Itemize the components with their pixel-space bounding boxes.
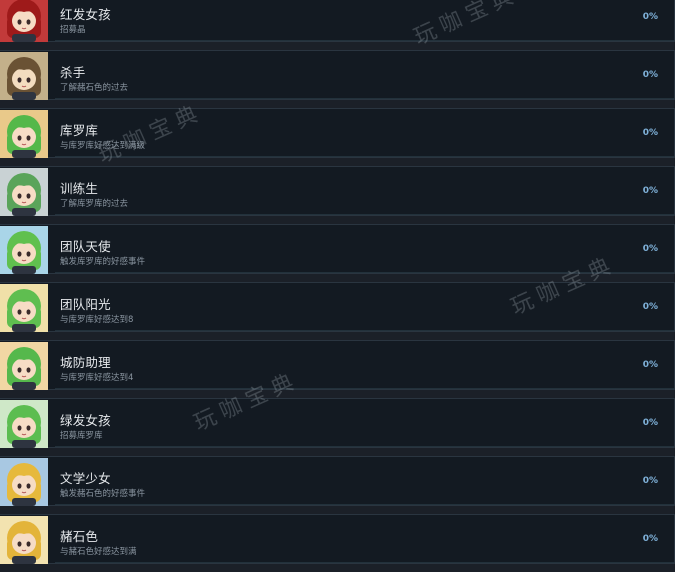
achievement-description: 触发赭石色的好感事件 (60, 489, 146, 499)
achievement-avatar (0, 516, 48, 564)
achievement-row[interactable]: 绿发女孩招募库罗库 0% (0, 398, 675, 448)
achievement-description: 与库罗库好感达到4 (60, 373, 134, 383)
achievement-list: 红发女孩 招募晶 0% 杀手 了解赭石色的过去 0% 库罗库 与库罗库好感达到满级 0% 训练生了… (0, 0, 675, 572)
achievement-description: 招募晶 (60, 25, 86, 35)
achievement-title: 团队天使 (60, 239, 111, 254)
achievement-description: 与库罗库好感达到8 (60, 315, 134, 325)
achievement-avatar (0, 458, 48, 506)
achievement-percent: 0% (642, 476, 658, 486)
achievement-avatar (0, 0, 48, 42)
achievement-percent: 0% (642, 418, 658, 428)
row-divider (55, 504, 674, 505)
achievement-avatar (0, 342, 48, 390)
achievement-title: 赭石色 (60, 529, 99, 544)
achievement-percent: 0% (642, 186, 658, 196)
achievement-title: 团队阳光 (60, 297, 111, 312)
row-divider (55, 446, 674, 447)
achievement-description: 了解赭石色的过去 (60, 83, 129, 93)
achievement-description: 了解库罗库的过去 (60, 199, 129, 209)
achievement-row[interactable]: 库罗库与库罗库好感达到满级 0% (0, 108, 675, 158)
achievement-percent: 0% (642, 12, 658, 22)
red-hair-girl-portrait (0, 0, 48, 42)
achievement-avatar (0, 52, 48, 100)
achievement-row[interactable]: 赭石色与赭石色好感达到满 0% (0, 514, 675, 564)
achievement-title: 城防助理 (60, 355, 111, 370)
achievement-description: 招募库罗库 (60, 431, 103, 441)
green-hair-girl-portrait (0, 400, 48, 448)
green-hair-girl-portrait (0, 284, 48, 332)
achievement-avatar (0, 226, 48, 274)
row-divider (55, 388, 674, 389)
achievement-percent: 0% (642, 302, 658, 312)
achievement-avatar (0, 284, 48, 332)
achievement-avatar (0, 168, 48, 216)
achievement-row[interactable]: 红发女孩招募晶 0% (0, 0, 675, 42)
achievement-row[interactable]: 团队天使触发库罗库的好感事件 0% (0, 224, 675, 274)
row-divider (55, 156, 674, 157)
achievement-row[interactable]: 城防助理与库罗库好感达到4 0% (0, 340, 675, 390)
achievement-row[interactable]: 团队阳光与库罗库好感达到8 0% (0, 282, 675, 332)
row-divider (55, 98, 674, 99)
row-divider (55, 272, 674, 273)
achievement-row[interactable]: 文学少女触发赭石色的好感事件 0% (0, 456, 675, 506)
green-hair-girl-portrait (0, 342, 48, 390)
blonde-girl-portrait (0, 516, 48, 564)
assassin-portrait (0, 52, 48, 100)
green-hair-girl-portrait (0, 110, 48, 158)
row-divider (55, 214, 674, 215)
achievement-description: 触发库罗库的好感事件 (60, 257, 146, 267)
achievement-avatar (0, 110, 48, 158)
achievement-percent: 0% (642, 360, 658, 370)
achievement-row[interactable]: 杀手了解赭石色的过去 0% (0, 50, 675, 100)
achievement-description: 与赭石色好感达到满 (60, 547, 137, 557)
achievement-description: 与库罗库好感达到满级 (60, 141, 146, 151)
achievement-title: 杀手 (60, 65, 86, 80)
achievement-title: 绿发女孩 (60, 413, 111, 428)
achievement-percent: 0% (642, 244, 658, 254)
achievement-avatar (0, 400, 48, 448)
achievement-title: 文学少女 (60, 471, 111, 486)
achievement-percent: 0% (642, 70, 658, 80)
achievement-percent: 0% (642, 534, 658, 544)
blonde-girl-portrait (0, 458, 48, 506)
achievement-row[interactable]: 训练生了解库罗库的过去 0% (0, 166, 675, 216)
trainee-portrait (0, 168, 48, 216)
achievement-percent: 0% (642, 128, 658, 138)
row-divider (55, 40, 674, 41)
green-hair-girl-portrait (0, 226, 48, 274)
achievement-title: 训练生 (60, 181, 99, 196)
row-divider (55, 330, 674, 331)
achievement-title: 红发女孩 (60, 7, 111, 22)
achievement-title: 库罗库 (60, 123, 99, 138)
